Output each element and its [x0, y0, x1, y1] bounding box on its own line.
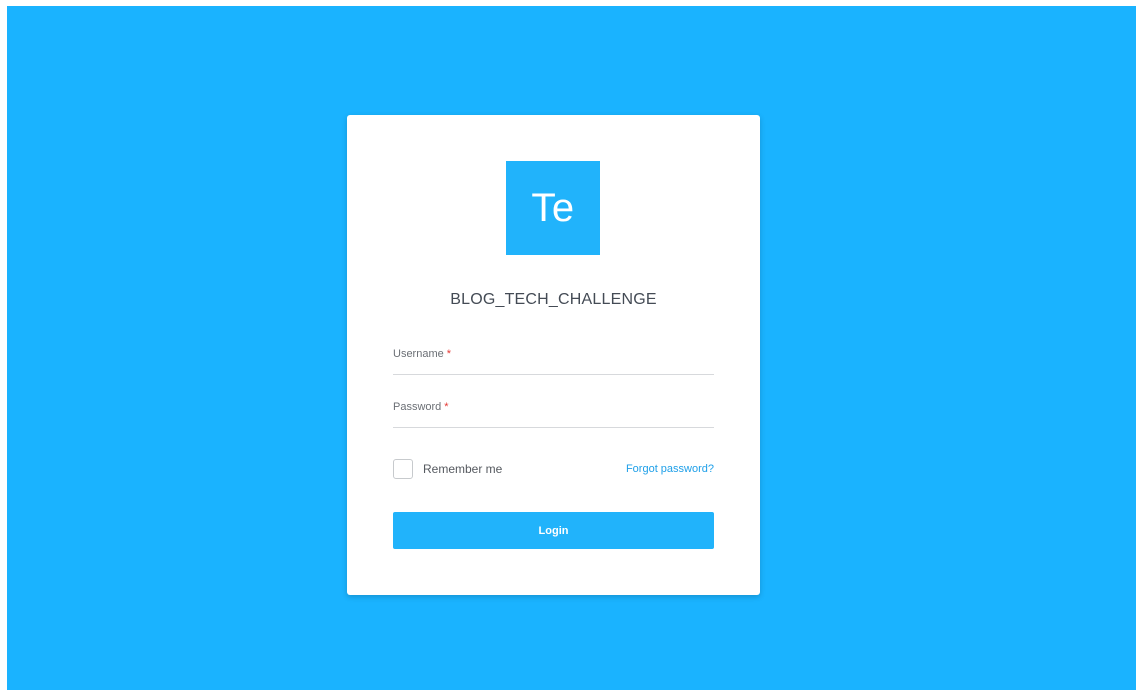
- login-button-label: Login: [538, 524, 569, 537]
- username-input[interactable]: [393, 348, 718, 376]
- remember-me-label[interactable]: Remember me: [423, 462, 502, 476]
- remember-me-checkbox[interactable]: [393, 459, 413, 479]
- page-background: Te BLOG_TECH_CHALLENGE Username * Passwor…: [7, 6, 1136, 690]
- password-input[interactable]: [393, 401, 718, 429]
- forgot-password-link[interactable]: Forgot password?: [626, 463, 714, 475]
- password-field[interactable]: Password *: [393, 401, 718, 429]
- login-button[interactable]: Login: [393, 512, 714, 549]
- app-title: BLOG_TECH_CHALLENGE: [450, 291, 657, 308]
- app-logo-text: Te: [531, 185, 575, 230]
- login-card: Te BLOG_TECH_CHALLENGE Username * Passwor…: [347, 115, 760, 595]
- username-field[interactable]: Username *: [393, 348, 718, 376]
- remember-me-control[interactable]: Remember me: [393, 459, 502, 479]
- app-logo: Te: [506, 161, 600, 255]
